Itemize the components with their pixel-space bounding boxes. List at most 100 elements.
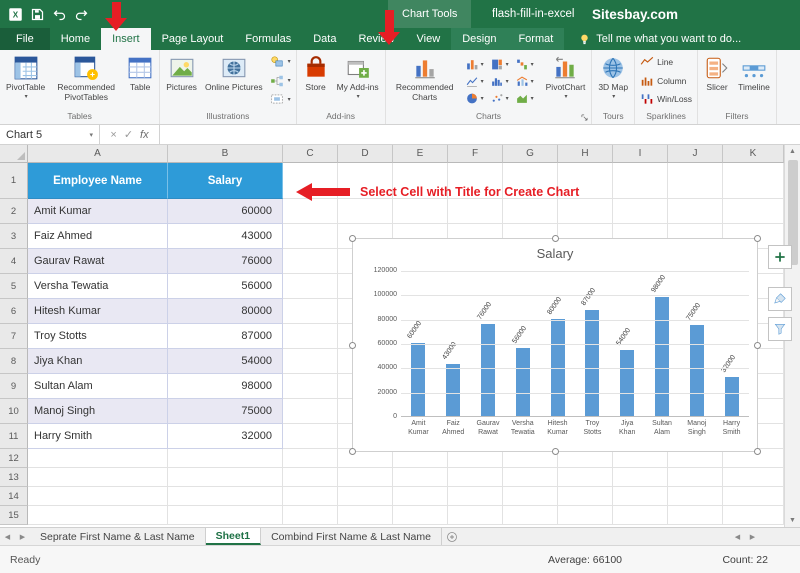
cancel-icon[interactable]: × — [110, 129, 116, 141]
cell-C2[interactable] — [283, 199, 338, 224]
chart-handle[interactable] — [349, 448, 356, 455]
cell-B10[interactable]: 75000 — [168, 399, 283, 424]
ribbon-tab-data[interactable]: Data — [302, 28, 347, 50]
chart-bar[interactable] — [655, 297, 669, 416]
cell-B15[interactable] — [168, 506, 283, 525]
name-box[interactable]: Chart 5 ▾ — [0, 125, 100, 144]
line-chart-button[interactable]: ▾ — [463, 73, 488, 90]
row-header-14[interactable]: 14 — [0, 487, 28, 506]
cell-A9[interactable]: Sultan Alam — [28, 374, 168, 399]
cell-C4[interactable] — [283, 249, 338, 274]
cell-G13[interactable] — [503, 468, 558, 487]
ribbon-tab-view[interactable]: View — [406, 28, 452, 50]
cell-D2[interactable] — [338, 199, 393, 224]
embedded-chart[interactable]: Salary 600004300076000560008000087000540… — [352, 238, 758, 452]
table-button[interactable]: Table — [124, 52, 156, 109]
cell-A13[interactable] — [28, 468, 168, 487]
cell-H14[interactable] — [558, 487, 613, 506]
row-header-13[interactable]: 13 — [0, 468, 28, 487]
cell-D15[interactable] — [338, 506, 393, 525]
recommended-pivottables-button[interactable]: Recommended PivotTables — [50, 52, 122, 109]
my-add-ins-button[interactable]: My Add-ins▾ — [334, 52, 382, 109]
cell-D14[interactable] — [338, 487, 393, 506]
chart-elements-button[interactable] — [768, 245, 792, 269]
cell-I2[interactable] — [613, 199, 668, 224]
timeline-button[interactable]: Timeline — [735, 52, 773, 109]
cell-F2[interactable] — [448, 199, 503, 224]
column-header-J[interactable]: J — [668, 145, 723, 163]
insert-function-icon[interactable]: fx — [140, 129, 149, 141]
cell-H2[interactable] — [558, 199, 613, 224]
cell-J13[interactable] — [668, 468, 723, 487]
cell-A12[interactable] — [28, 449, 168, 468]
chart-handle[interactable] — [349, 235, 356, 242]
screenshot-button[interactable]: ▾ — [268, 90, 293, 108]
cell-F14[interactable] — [448, 487, 503, 506]
cell-F15[interactable] — [448, 506, 503, 525]
row-header-11[interactable]: 11 — [0, 424, 28, 449]
save-icon[interactable] — [30, 7, 45, 22]
row-header-15[interactable]: 15 — [0, 506, 28, 525]
cell-C6[interactable] — [283, 299, 338, 324]
column-header-A[interactable]: A — [28, 145, 168, 163]
3d-map-button[interactable]: 3D Map▾ — [595, 52, 631, 109]
column-header-B[interactable]: B — [168, 145, 283, 163]
cell-C11[interactable] — [283, 424, 338, 449]
stats-chart-button[interactable]: ▾ — [488, 73, 513, 90]
cell-C8[interactable] — [283, 349, 338, 374]
chart-bar[interactable] — [551, 319, 565, 416]
smartart-button[interactable]: ▾ — [268, 72, 293, 90]
cell-E13[interactable] — [393, 468, 448, 487]
name-box-dropdown-icon[interactable]: ▾ — [89, 131, 93, 139]
tab-scroll-right-icon[interactable]: ▶ — [745, 533, 760, 541]
cell-C14[interactable] — [283, 487, 338, 506]
cell-C3[interactable] — [283, 224, 338, 249]
chart-handle[interactable] — [349, 342, 356, 349]
sheet-tab-combind-first-name-last-name[interactable]: Combind First Name & Last Name — [261, 528, 442, 545]
cell-K13[interactable] — [723, 468, 784, 487]
dialog-launcher-icon[interactable] — [580, 113, 589, 122]
cell-E2[interactable] — [393, 199, 448, 224]
column-header-C[interactable]: C — [283, 145, 338, 163]
win-loss-button[interactable]: Win/Loss — [638, 90, 694, 108]
undo-icon[interactable] — [52, 7, 67, 22]
cell-B3[interactable]: 43000 — [168, 224, 283, 249]
column-header-I[interactable]: I — [613, 145, 668, 163]
chart-handle[interactable] — [754, 342, 761, 349]
chart-bar[interactable] — [446, 364, 460, 416]
shapes-button[interactable]: ▾ — [268, 53, 293, 71]
cell-D13[interactable] — [338, 468, 393, 487]
cell-A3[interactable]: Faiz Ahmed — [28, 224, 168, 249]
chart-bar[interactable] — [725, 377, 739, 416]
cell-A15[interactable] — [28, 506, 168, 525]
cell-H15[interactable] — [558, 506, 613, 525]
ribbon-tab-file[interactable]: File — [0, 28, 50, 50]
column-button[interactable]: Column — [638, 72, 694, 90]
cell-H13[interactable] — [558, 468, 613, 487]
cell-C9[interactable] — [283, 374, 338, 399]
hierarchy-chart-button[interactable]: ▾ — [488, 56, 513, 73]
slicer-button[interactable]: Slicer — [701, 52, 733, 109]
chart-title[interactable]: Salary — [353, 246, 757, 261]
chart-styles-button[interactable] — [768, 287, 792, 311]
cell-A10[interactable]: Manoj Singh — [28, 399, 168, 424]
cell-I13[interactable] — [613, 468, 668, 487]
cell-G2[interactable] — [503, 199, 558, 224]
cell-J1[interactable] — [668, 163, 723, 199]
tab-scroll-left-icon[interactable]: ◀ — [730, 533, 745, 541]
sheet-nav-right-icon[interactable]: ▶ — [15, 528, 30, 545]
column-header-K[interactable]: K — [723, 145, 784, 163]
scroll-down-icon[interactable]: ▼ — [789, 514, 796, 527]
ribbon-tab-format[interactable]: Format — [507, 28, 564, 50]
area-chart-button[interactable]: ▾ — [513, 90, 538, 107]
store-button[interactable]: Store — [300, 52, 332, 109]
cell-B7[interactable]: 87000 — [168, 324, 283, 349]
cell-K1[interactable] — [723, 163, 784, 199]
column-header-G[interactable]: G — [503, 145, 558, 163]
chart-bar[interactable] — [620, 350, 634, 416]
chart-handle[interactable] — [754, 235, 761, 242]
cell-B1[interactable]: Salary — [168, 163, 283, 199]
chart-handle[interactable] — [754, 448, 761, 455]
new-sheet-button[interactable] — [442, 528, 462, 545]
cell-E15[interactable] — [393, 506, 448, 525]
